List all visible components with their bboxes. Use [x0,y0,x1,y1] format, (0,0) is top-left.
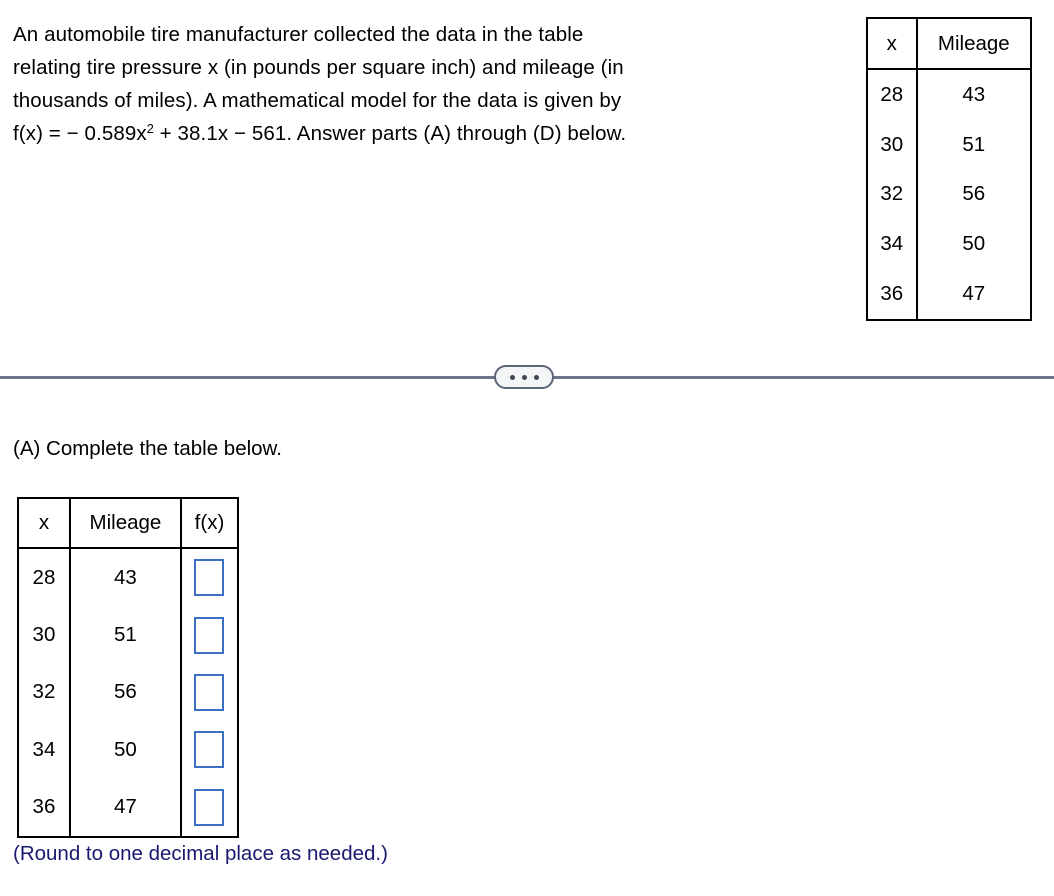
answer-cell-mileage: 56 [69,663,182,722]
table-row: 36 47 [868,269,1030,319]
answer-table: x Mileage f(x) 28 43 30 51 32 56 34 50 3… [17,497,239,838]
ellipsis-dot-icon [509,374,515,380]
answer-header-fx: f(x) [180,499,237,549]
data-cell-mileage: 56 [916,169,1030,220]
problem-line-2: relating tire pressure x (in pounds per … [13,56,624,79]
answer-header-mileage: Mileage [69,499,182,549]
table-header-row: x Mileage f(x) [19,499,237,549]
data-cell-mileage: 43 [916,69,1030,120]
answer-cell-x: 34 [19,721,71,779]
problem-line-3: thousands of miles). A mathematical mode… [13,89,622,112]
table-row: 28 43 [868,69,1030,120]
answer-cell-x: 36 [19,778,71,836]
answer-cell-fx [180,721,237,779]
answer-header-x: x [19,499,71,549]
formula-exponent: 2 [146,120,154,136]
problem-statement: An automobile tire manufacturer collecte… [13,18,823,150]
data-cell-x: 34 [868,219,918,270]
fx-input-row-3[interactable] [194,673,225,711]
answer-cell-x: 30 [19,606,71,664]
table-row: 30 51 [868,119,1030,170]
table-row: 32 56 [19,663,237,722]
fx-input-row-5[interactable] [194,788,225,826]
data-table-grid: x Mileage 28 43 30 51 32 56 34 50 36 47 [868,19,1030,319]
data-cell-x: 28 [868,69,918,120]
answer-cell-fx [180,663,237,722]
fx-input-row-4[interactable] [194,731,225,769]
ellipsis-dot-icon [533,374,539,380]
expand-ellipsis-button[interactable] [494,365,554,389]
formula-prefix: f(x) = − 0.589x [13,122,147,145]
data-table: x Mileage 28 43 30 51 32 56 34 50 36 47 [866,17,1032,321]
data-cell-mileage: 47 [916,269,1030,319]
answer-cell-mileage: 47 [69,778,182,836]
answer-cell-x: 32 [19,663,71,722]
data-cell-mileage: 50 [916,219,1030,270]
table-row: 32 56 [868,169,1030,220]
answer-cell-x: 28 [19,548,71,607]
table-header-row: x Mileage [868,19,1030,70]
fx-input-row-2[interactable] [194,616,225,654]
answer-cell-fx [180,606,237,664]
table-row: 36 47 [19,778,237,836]
table-row: 34 50 [868,219,1030,270]
answer-cell-mileage: 50 [69,721,182,779]
problem-line-1: An automobile tire manufacturer collecte… [13,23,584,46]
table-row: 30 51 [19,606,237,664]
fx-input-row-1[interactable] [194,559,225,597]
rounding-note: (Round to one decimal place as needed.) [13,842,388,865]
table-row: 28 43 [19,548,237,607]
ellipsis-dot-icon [521,374,527,380]
data-cell-x: 32 [868,169,918,220]
data-cell-x: 30 [868,119,918,170]
part-a-prompt: (A) Complete the table below. [13,437,282,460]
answer-table-grid: x Mileage f(x) 28 43 30 51 32 56 34 50 3… [19,499,237,836]
answer-cell-fx [180,778,237,836]
data-cell-x: 36 [868,269,918,319]
answer-cell-mileage: 43 [69,548,182,607]
data-table-header-x: x [868,19,918,70]
data-cell-mileage: 51 [916,119,1030,170]
formula-suffix: + 38.1x − 561. Answer parts (A) through … [153,122,627,145]
data-table-header-mileage: Mileage [916,19,1030,70]
answer-cell-fx [180,548,237,607]
answer-cell-mileage: 51 [69,606,182,664]
table-row: 34 50 [19,721,237,779]
problem-formula: f(x) = − 0.589x2 + 38.1x − 561. Answer p… [13,117,823,150]
